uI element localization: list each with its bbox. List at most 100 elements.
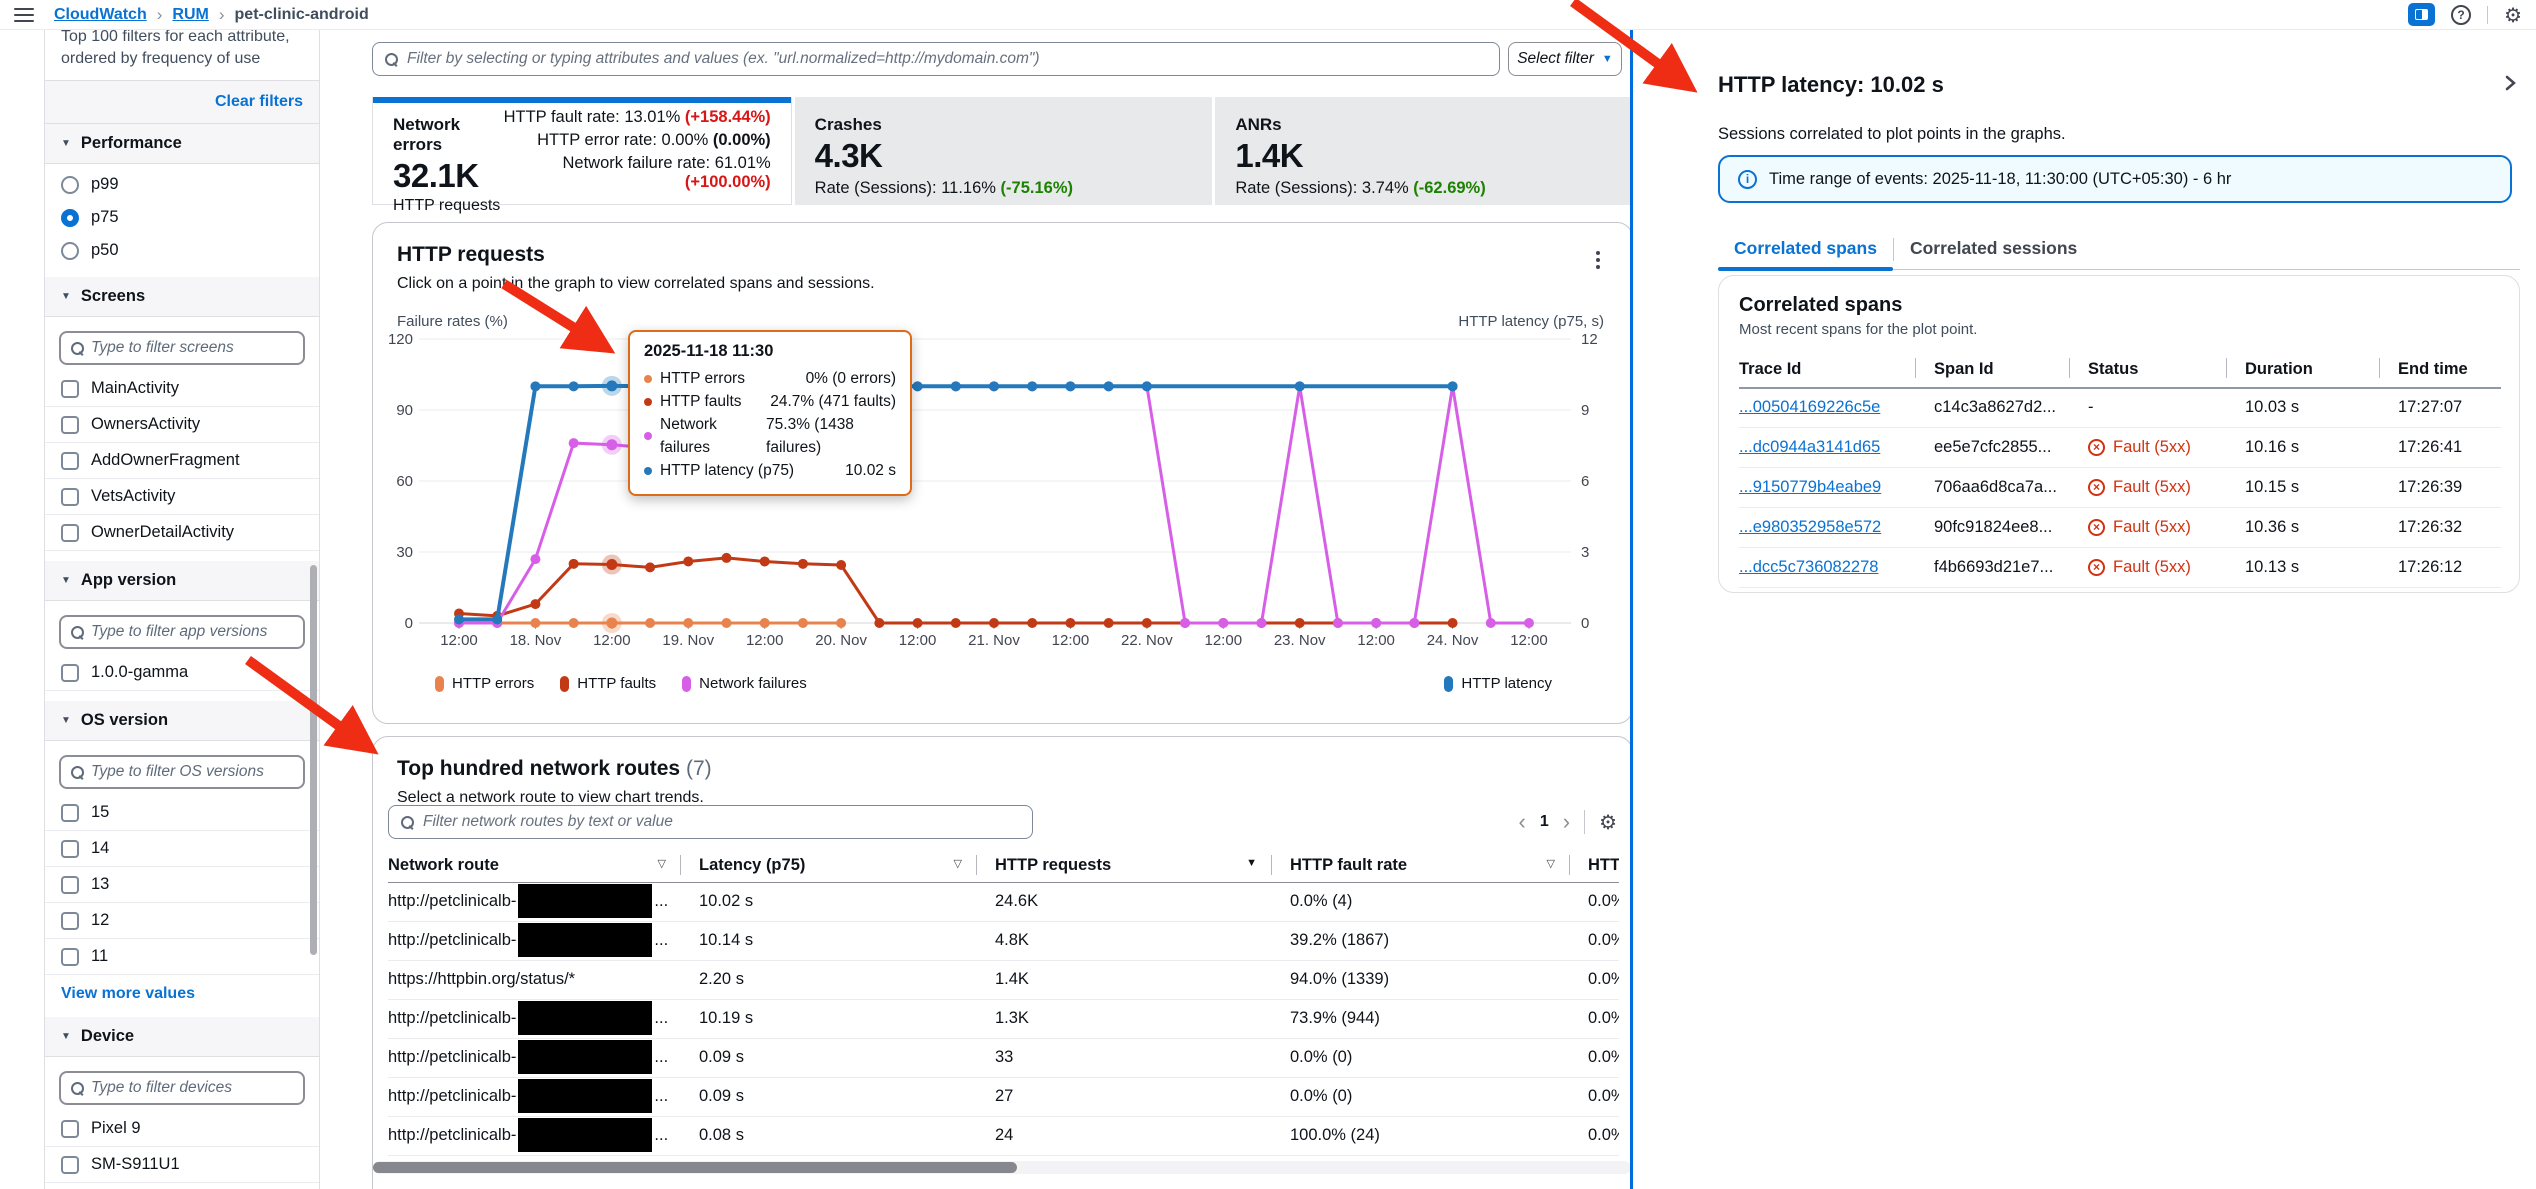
routes-panel-title: Top hundred network routes (7): [373, 737, 1632, 781]
filter-search-input-device[interactable]: Type to filter devices: [59, 1071, 305, 1105]
checkbox-option-vetsactivity[interactable]: VetsActivity: [45, 479, 319, 515]
checkbox-option-12[interactable]: 12: [45, 903, 319, 939]
route-cell[interactable]: http://petclinicalb-...: [388, 1116, 680, 1155]
trace-id-link[interactable]: ...9150779b4eabe9: [1739, 478, 1881, 496]
route-cell[interactable]: https://httpbin.org/status/*: [388, 960, 680, 999]
trace-id-link[interactable]: ...e980352958e572: [1739, 518, 1881, 536]
clear-filters-link[interactable]: Clear filters: [215, 93, 303, 110]
checkbox-option-sm-s911u1[interactable]: SM-S911U1: [45, 1147, 319, 1183]
filter-section-header-os-version[interactable]: ▼OS version: [45, 701, 319, 741]
split-panel-icon[interactable]: [2408, 3, 2435, 26]
error-rate-cell: 0.0% (: [1569, 999, 1619, 1038]
metric-card-crashes[interactable]: Crashes4.3KRate (Sessions): 11.16% (-75.…: [795, 97, 1213, 205]
spans-column-header-span-id[interactable]: Span Id: [1915, 352, 2069, 388]
previous-page-icon[interactable]: ‹: [1519, 811, 1526, 833]
radio-option-p50[interactable]: p50: [45, 234, 319, 267]
sort-icon[interactable]: ▼: [1246, 857, 1257, 869]
breadcrumb-rum[interactable]: RUM: [172, 6, 208, 24]
select-filter-dropdown[interactable]: Select filter ▼: [1508, 42, 1622, 76]
route-row[interactable]: http://petclinicalb-...10.14 s4.8K39.2% …: [388, 921, 1619, 960]
checkbox-option-14[interactable]: 14: [45, 831, 319, 867]
duration-cell: 10.03 s: [2226, 388, 2379, 427]
routes-column-header-http-requests[interactable]: HTTP requests▼: [976, 849, 1271, 882]
route-url: http://petclinicalb-: [388, 1048, 516, 1066]
http-requests-chart[interactable]: 003036069091201212:0018. Nov12:0019. Nov…: [373, 327, 1623, 649]
sort-icon[interactable]: ▽: [1547, 857, 1555, 870]
metric-card-network-errors[interactable]: Network errors32.1KHTTP requestsHTTP fau…: [372, 97, 792, 205]
filter-section-header-screens[interactable]: ▼Screens: [45, 277, 319, 317]
routes-search-input[interactable]: Filter network routes by text or value: [388, 805, 1033, 839]
spans-column-header-end-time[interactable]: End time: [2379, 352, 2501, 388]
metric-card-anrs[interactable]: ANRs1.4KRate (Sessions): 3.74% (-62.69%): [1215, 97, 1633, 205]
route-row[interactable]: http://petclinicalb-...0.09 s270.0% (0)0…: [388, 1077, 1619, 1116]
checkbox-option-15[interactable]: 15: [45, 795, 319, 831]
page-number[interactable]: 1: [1540, 813, 1549, 831]
panel-resize-divider[interactable]: [1630, 30, 1633, 1189]
route-row[interactable]: http://petclinicalb-...10.19 s1.3K73.9% …: [388, 999, 1619, 1038]
routes-column-header-http-fault-rate[interactable]: HTTP fault rate▽: [1271, 849, 1569, 882]
sort-icon[interactable]: ▽: [658, 857, 666, 870]
checkbox-option-ownersactivity[interactable]: OwnersActivity: [45, 407, 319, 443]
sidebar-scrollbar[interactable]: [310, 565, 317, 955]
route-row[interactable]: http://petclinicalb-...10.02 s24.6K0.0% …: [388, 882, 1619, 921]
routes-column-header-latency-p75[interactable]: Latency (p75)▽: [680, 849, 976, 882]
radio-option-p75[interactable]: p75: [45, 201, 319, 234]
latency-cell: 0.09 s: [680, 1077, 976, 1116]
route-row[interactable]: http://petclinicalb-...0.08 s24100.0% (2…: [388, 1116, 1619, 1155]
chevron-right-icon[interactable]: [2502, 74, 2518, 97]
trace-id-link[interactable]: ...dc0944a3141d65: [1739, 438, 1880, 456]
filter-section-header-performance[interactable]: ▼Performance: [45, 124, 319, 164]
gear-icon[interactable]: ⚙: [2504, 5, 2522, 25]
svg-text:12:00: 12:00: [1510, 632, 1548, 649]
checkbox-option-13[interactable]: 13: [45, 867, 319, 903]
svg-text:21. Nov: 21. Nov: [968, 632, 1020, 649]
spans-column-header-status[interactable]: Status: [2069, 352, 2226, 388]
route-cell[interactable]: http://petclinicalb-...: [388, 1038, 680, 1077]
help-icon[interactable]: ?: [2451, 5, 2471, 25]
route-cell[interactable]: http://petclinicalb-...: [388, 999, 680, 1038]
next-page-icon[interactable]: ›: [1563, 811, 1570, 833]
route-cell[interactable]: http://petclinicalb-...: [388, 921, 680, 960]
filter-section-header-device[interactable]: ▼Device: [45, 1017, 319, 1057]
legend-item-http-latency[interactable]: HTTP latency: [1444, 675, 1552, 692]
kebab-menu-icon[interactable]: [1592, 247, 1604, 273]
table-settings-gear-icon[interactable]: ⚙: [1599, 812, 1617, 832]
option-label: p75: [91, 208, 119, 227]
breadcrumb-cloudwatch[interactable]: CloudWatch: [54, 6, 147, 24]
checkbox-option-addownerfragment[interactable]: AddOwnerFragment: [45, 443, 319, 479]
view-more-values-link[interactable]: View more values: [45, 975, 319, 1007]
hamburger-menu-icon[interactable]: [14, 8, 34, 22]
routes-column-header-http[interactable]: HTTP: [1569, 849, 1619, 882]
spans-column-header-duration[interactable]: Duration: [2226, 352, 2379, 388]
legend-item-network-failures[interactable]: Network failures: [682, 675, 807, 692]
checkbox-option-mainactivity[interactable]: MainActivity: [45, 371, 319, 407]
trace-id-link[interactable]: ...00504169226c5e: [1739, 398, 1880, 416]
route-cell[interactable]: http://petclinicalb-...: [388, 882, 680, 921]
checkbox-option-1-0-0-gamma[interactable]: 1.0.0-gamma: [45, 655, 319, 691]
horizontal-scrollbar-thumb[interactable]: [373, 1162, 1017, 1173]
filter-section-header-app-version[interactable]: ▼App version: [45, 561, 319, 601]
column-divider: [1271, 855, 1272, 875]
legend-item-http-errors[interactable]: HTTP errors: [435, 675, 534, 692]
column-divider: [680, 855, 681, 875]
filter-search-input-app-version[interactable]: Type to filter app versions: [59, 615, 305, 649]
filter-section-body-device: Type to filter devices Pixel 9SM-S911U1: [45, 1057, 319, 1189]
checkbox-option-11[interactable]: 11: [45, 939, 319, 975]
tab-correlated-spans[interactable]: Correlated spans: [1718, 230, 1893, 269]
route-row[interactable]: http://petclinicalb-...0.09 s330.0% (0)0…: [388, 1038, 1619, 1077]
filter-search-input-os-version[interactable]: Type to filter OS versions: [59, 755, 305, 789]
checkbox-option-pixel-9[interactable]: Pixel 9: [45, 1111, 319, 1147]
checkbox-option-ownerdetailactivity[interactable]: OwnerDetailActivity: [45, 515, 319, 551]
routes-column-header-network-route[interactable]: Network route▽: [388, 849, 680, 882]
route-cell[interactable]: http://petclinicalb-...: [388, 1077, 680, 1116]
attribute-filter-input[interactable]: Filter by selecting or typing attributes…: [372, 42, 1500, 76]
filter-search-input-screens[interactable]: Type to filter screens: [59, 331, 305, 365]
sort-icon[interactable]: ▽: [954, 857, 962, 870]
route-row[interactable]: https://httpbin.org/status/*2.20 s1.4K94…: [388, 960, 1619, 999]
radio-option-p99[interactable]: p99: [45, 168, 319, 201]
spans-column-header-trace-id[interactable]: Trace Id: [1739, 352, 1915, 388]
legend-item-http-faults[interactable]: HTTP faults: [560, 675, 656, 692]
trace-id-link[interactable]: ...dcc5c736082278: [1739, 558, 1878, 576]
horizontal-scrollbar[interactable]: [373, 1161, 1631, 1174]
tab-correlated-sessions[interactable]: Correlated sessions: [1894, 230, 2093, 269]
